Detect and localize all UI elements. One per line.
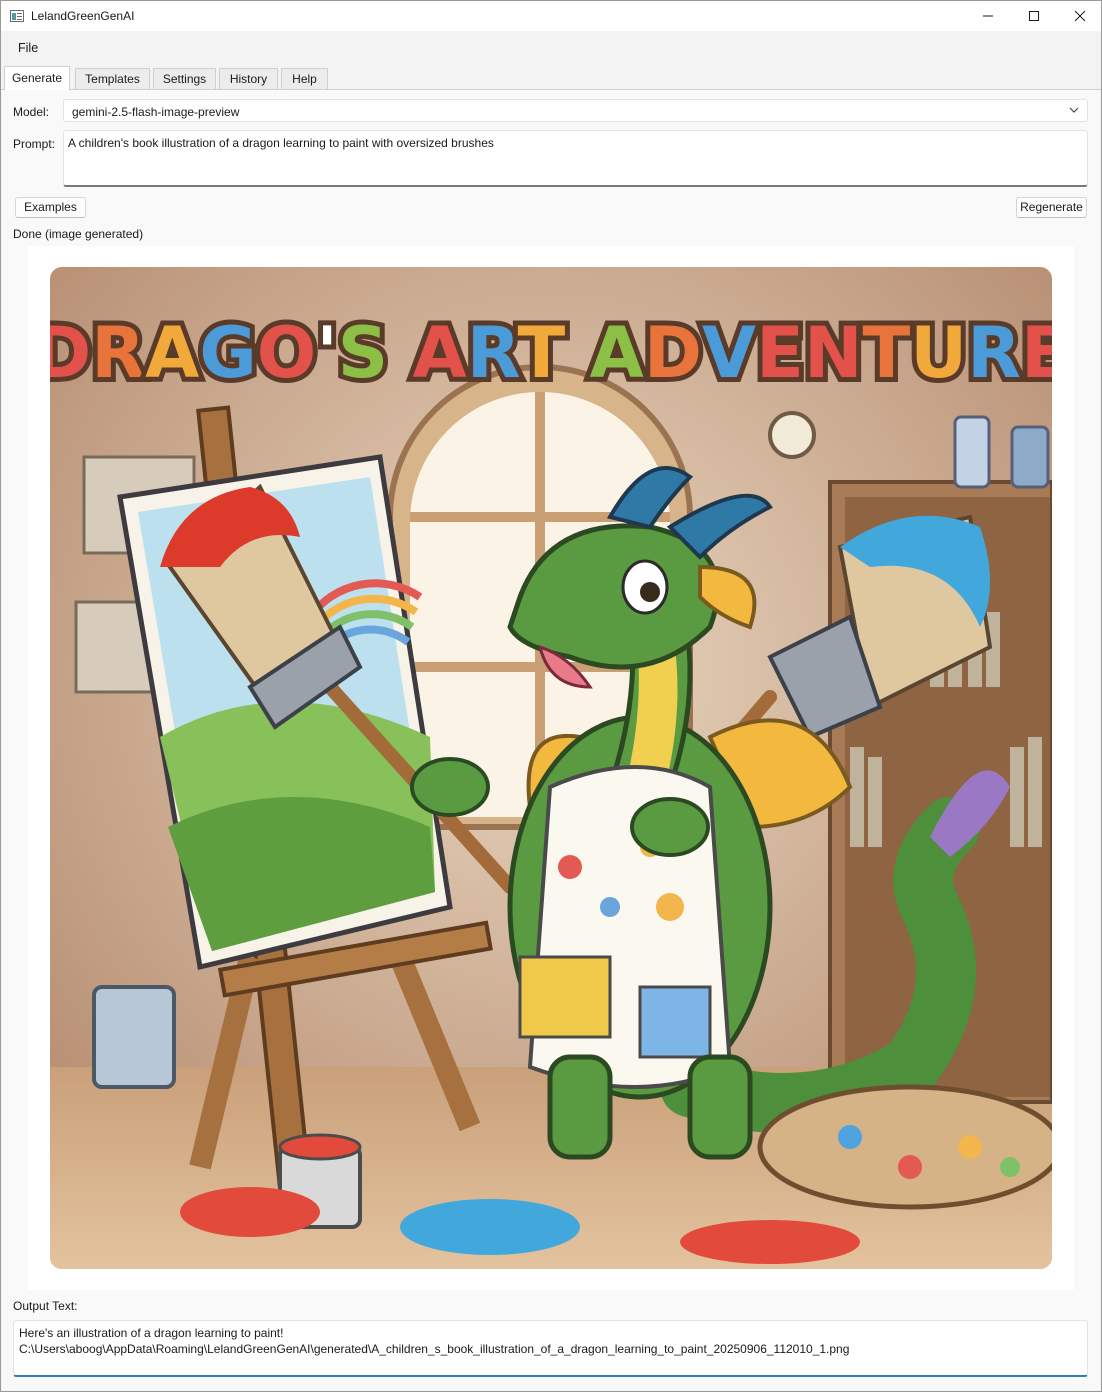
generated-illustration: DRAGO'S ART ADVENTURE	[50, 267, 1052, 1269]
chevron-down-icon	[1069, 107, 1079, 113]
close-icon	[1074, 10, 1086, 22]
examples-button[interactable]: Examples	[15, 197, 86, 218]
maximize-button[interactable]	[1011, 1, 1057, 31]
tab-templates[interactable]: Templates	[75, 68, 150, 89]
tab-history[interactable]: History	[219, 68, 278, 89]
minimize-icon	[983, 15, 993, 17]
minimize-button[interactable]	[965, 1, 1011, 31]
prompt-label: Prompt:	[13, 137, 56, 151]
prompt-input-text: A children's book illustration of a drag…	[68, 136, 494, 150]
generated-image[interactable]: DRAGO'S ART ADVENTURE	[50, 267, 1052, 1269]
menu-bar: File	[1, 31, 1101, 65]
status-text: Done (image generated)	[13, 227, 144, 241]
output-text-area[interactable]: Here's an illustration of a dragon learn…	[13, 1320, 1088, 1377]
menu-file[interactable]: File	[18, 41, 38, 55]
app-icon	[10, 10, 24, 22]
maximize-icon	[1029, 11, 1039, 21]
model-select-value: gemini-2.5-flash-image-preview	[72, 105, 240, 119]
title-bar[interactable]: LelandGreenGenAI	[1, 1, 1101, 31]
tab-help[interactable]: Help	[281, 68, 328, 89]
window-title: LelandGreenGenAI	[31, 9, 135, 23]
regenerate-button[interactable]: Regenerate	[1016, 197, 1087, 218]
generate-panel: Model: gemini-2.5-flash-image-preview Pr…	[2, 90, 1100, 1390]
tab-generate[interactable]: Generate	[4, 66, 70, 90]
tab-bar: Generate Templates Settings History Help	[1, 65, 1101, 91]
output-file-path: C:\Users\aboog\AppData\Roaming\LelandGre…	[19, 1342, 850, 1356]
app-window: LelandGreenGenAI File Generate Templates…	[0, 0, 1102, 1392]
model-label: Model:	[13, 105, 50, 119]
prompt-input[interactable]: A children's book illustration of a drag…	[63, 130, 1088, 187]
output-message: Here's an illustration of a dragon learn…	[19, 1326, 284, 1340]
image-preview-frame: DRAGO'S ART ADVENTURE	[28, 246, 1074, 1290]
model-select[interactable]: gemini-2.5-flash-image-preview	[63, 99, 1088, 122]
close-button[interactable]	[1057, 1, 1101, 31]
image-title-text: DRAGO'S ART ADVENTURE	[50, 312, 1052, 394]
output-label: Output Text:	[13, 1299, 78, 1313]
tab-settings[interactable]: Settings	[153, 68, 216, 89]
